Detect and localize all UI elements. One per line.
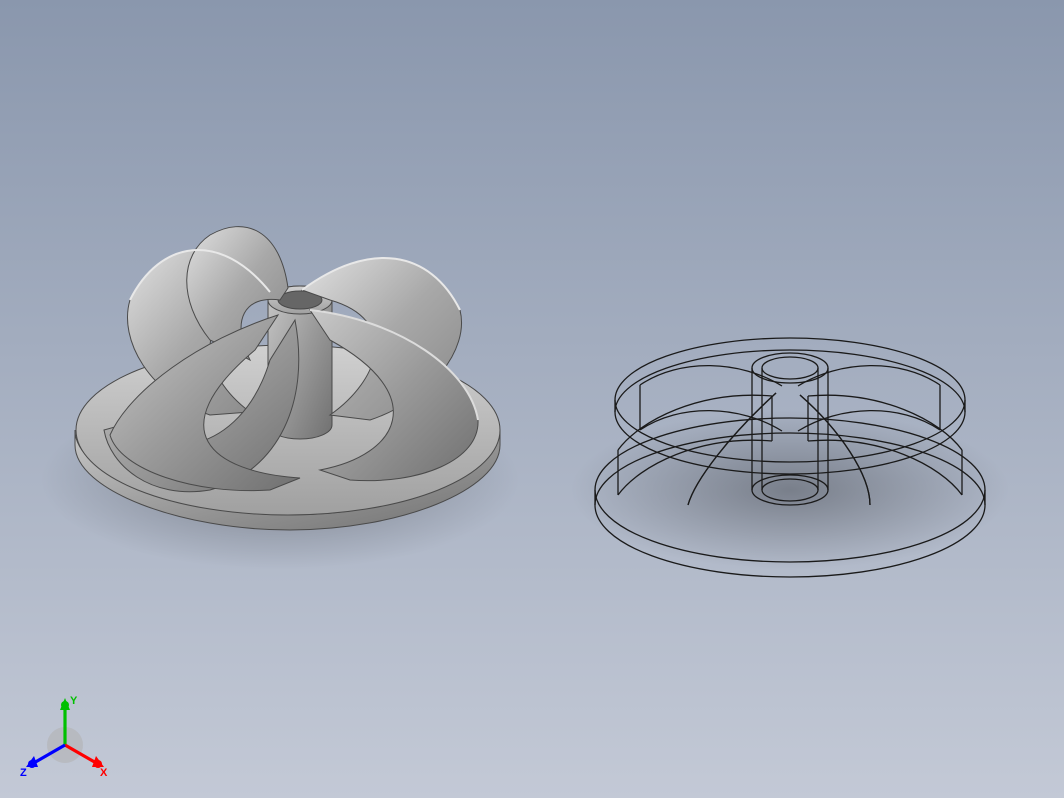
cad-viewport[interactable]: Y X Z	[0, 0, 1064, 798]
model-shadow-right	[570, 410, 1010, 570]
scene-canvas[interactable]	[0, 0, 1064, 798]
